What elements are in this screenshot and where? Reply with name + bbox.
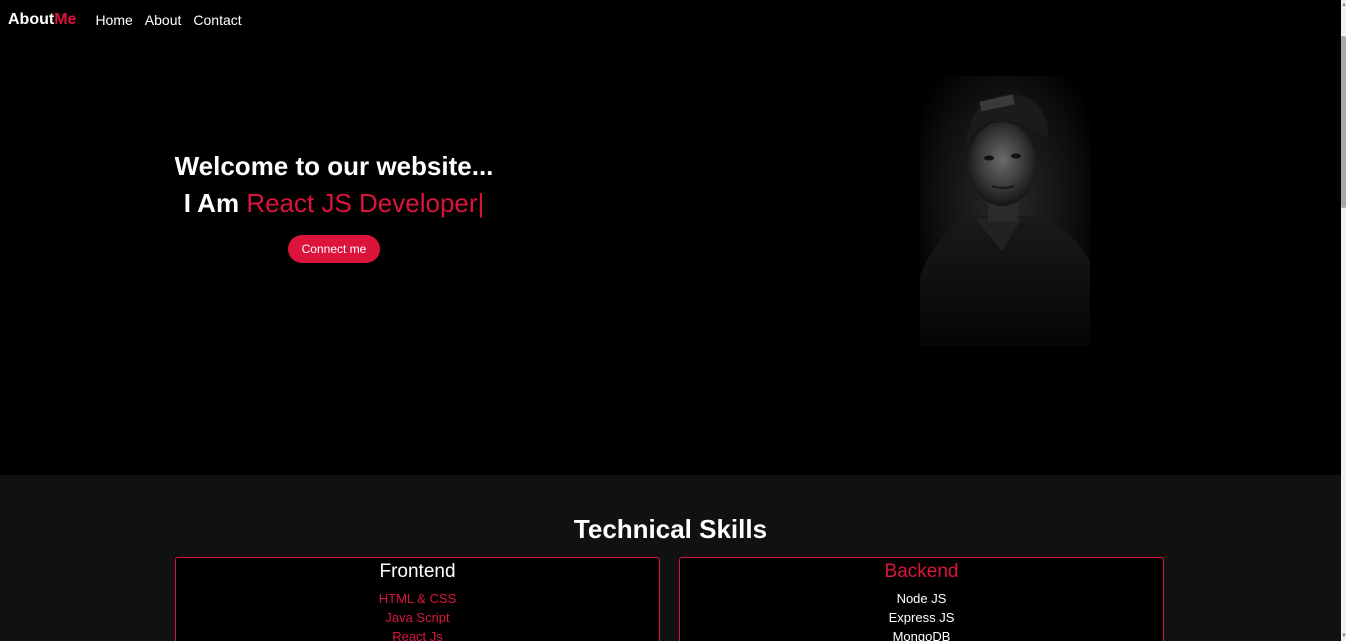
frontend-list: HTML & CSS Java Script React Js (176, 589, 659, 641)
backend-card: Backend Node JS Express JS MongoDB (679, 557, 1164, 641)
typing-cursor: | (477, 188, 485, 218)
navbar: AboutMe Home About Contact (0, 0, 1341, 40)
hero-role: React JS Developer (246, 188, 478, 218)
hero-role-line: I Am React JS Developer| (134, 185, 534, 222)
hero-welcome: Welcome to our website... (174, 151, 494, 181)
list-item: Express JS (888, 610, 955, 625)
list-item: Node JS (896, 591, 947, 606)
hero-prefix: I Am (183, 188, 240, 218)
skills-title: Technical Skills (573, 514, 768, 544)
brand-main: About (8, 11, 55, 28)
backend-list: Node JS Express JS MongoDB (680, 589, 1163, 641)
list-item: MongoDB (892, 629, 951, 641)
brand-accent: Me (54, 11, 77, 28)
list-item: HTML & CSS (378, 591, 457, 606)
page: AboutMe Home About Contact Welcome to ou… (0, 0, 1341, 641)
scrollbar-thumb[interactable] (1341, 36, 1346, 208)
nav-link-home[interactable]: Home (95, 12, 132, 28)
scroll-up-icon[interactable]: ▲ (1341, 2, 1346, 8)
scroll-down-icon[interactable]: ▼ (1341, 633, 1346, 639)
brand-logo[interactable]: AboutMe (8, 11, 76, 29)
nav-link-contact[interactable]: Contact (193, 12, 241, 28)
list-item: Java Script (385, 610, 450, 625)
page-scrollbar[interactable]: ▲ ▼ (1341, 0, 1346, 641)
backend-title: Backend (884, 561, 959, 582)
nav-link-about[interactable]: About (145, 12, 182, 28)
hero-text: Welcome to our website... I Am React JS … (134, 148, 534, 263)
nav-links: Home About Contact (95, 12, 241, 28)
connect-button[interactable]: Connect me (287, 235, 381, 263)
skills-section: Technical Skills Frontend HTML & CSS Jav… (0, 475, 1341, 641)
frontend-title: Frontend (379, 561, 456, 582)
list-item: React Js (392, 629, 443, 641)
frontend-card: Frontend HTML & CSS Java Script React Js (175, 557, 660, 641)
hero-section: Welcome to our website... I Am React JS … (0, 40, 1341, 475)
profile-photo (920, 76, 1090, 346)
